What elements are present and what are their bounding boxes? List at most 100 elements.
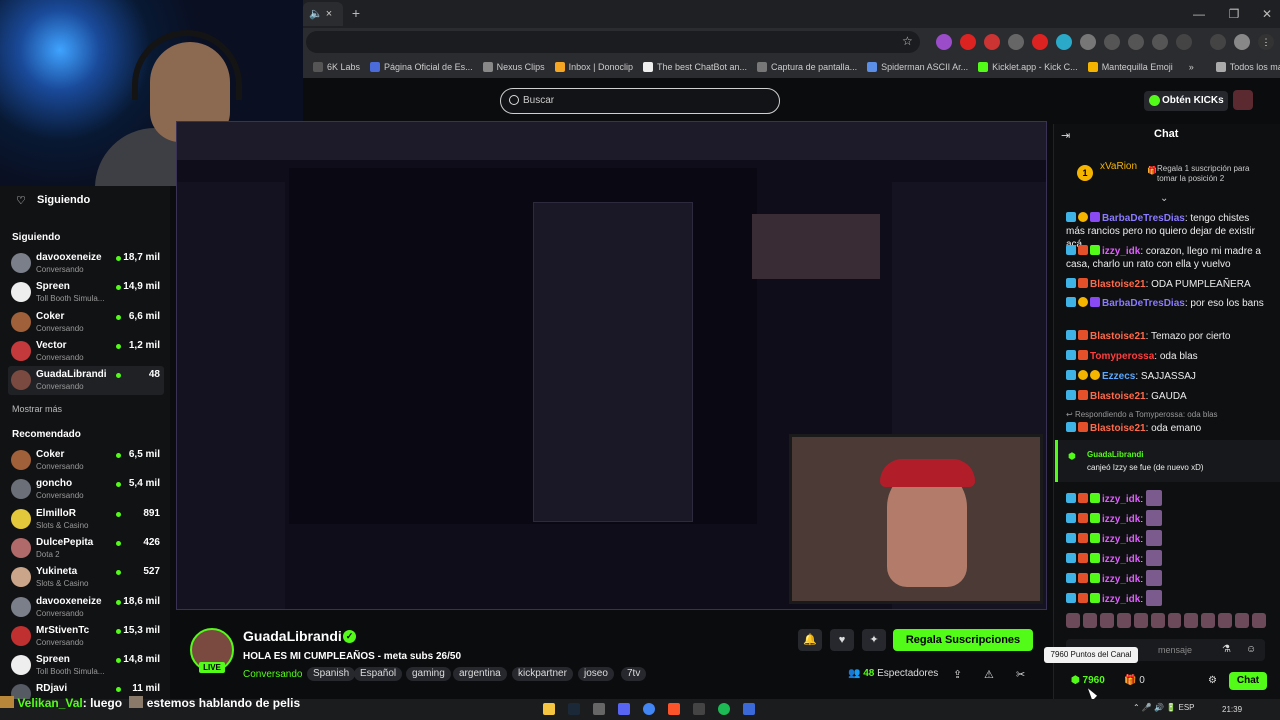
chat-username[interactable]: izzy_idk	[1102, 514, 1140, 525]
send-chat-button[interactable]: Chat	[1229, 672, 1267, 690]
menu-kebab-icon[interactable]: ⋮	[1258, 34, 1274, 50]
leaderboard-user[interactable]: xVaRion	[1100, 161, 1137, 172]
discord-icon[interactable]	[618, 703, 630, 715]
tab-close-icon[interactable]: ×	[326, 8, 332, 20]
chat-username[interactable]: izzy_idk	[1102, 494, 1140, 505]
channel-row[interactable]: Spreen Toll Booth Simula... 14,9 mil	[8, 278, 164, 307]
all-bookmarks-folder[interactable]: Todos los marcadores	[1215, 62, 1280, 72]
channel-row[interactable]: davooxeneize Conversando 18,7 mil	[8, 249, 164, 278]
channel-row[interactable]: Spreen Toll Booth Simula... 14,8 mil	[8, 651, 164, 680]
redemption-user[interactable]: GuadaLibrandi	[1087, 450, 1143, 459]
file-explorer-icon[interactable]	[543, 703, 555, 715]
extension-icon[interactable]	[960, 34, 976, 50]
chat-settings-icon[interactable]: ⚙	[1208, 675, 1217, 686]
bookmark-item[interactable]: 6K Labs	[313, 62, 360, 72]
chrome-icon[interactable]	[643, 703, 655, 715]
chat-message[interactable]: BarbaDeTresDias: por eso los bans	[1066, 297, 1266, 310]
chat-username[interactable]: BarbaDeTresDias	[1102, 213, 1185, 224]
channel-row[interactable]: DulcePepita Dota 2 426	[8, 534, 164, 563]
channel-row[interactable]: Vector Conversando 1,2 mil	[8, 337, 164, 366]
gifts-button[interactable]: 🎁 0	[1124, 675, 1145, 686]
bookmark-item[interactable]: Mantequilla Emoji	[1087, 62, 1173, 72]
chat-username[interactable]: Blastoise21	[1090, 391, 1146, 402]
channel-row[interactable]: MrStivenTc Conversando 15,3 mil	[8, 622, 164, 651]
restore-button[interactable]: ❐	[1225, 5, 1243, 23]
user-avatar[interactable]	[1233, 90, 1253, 110]
chat-username[interactable]: BarbaDeTresDias	[1102, 298, 1185, 309]
chat-message[interactable]: izzy_idk:	[1066, 510, 1266, 526]
chat-message[interactable]: Blastoise21: GAUDA	[1066, 390, 1266, 403]
app-icon[interactable]	[693, 703, 705, 715]
new-tab-button[interactable]: +	[348, 5, 364, 21]
tag-chip[interactable]: Español	[354, 667, 403, 681]
minimize-button[interactable]: —	[1190, 5, 1208, 23]
channel-row[interactable]: Coker Conversando 6,5 mil	[8, 446, 164, 475]
mute-icon[interactable]: 🔈	[309, 8, 323, 20]
spotify-icon[interactable]	[718, 703, 730, 715]
chat-username[interactable]: izzy_idk	[1102, 534, 1140, 545]
app-icon[interactable]	[593, 703, 605, 715]
bookmark-item[interactable]: Kicklet.app - Kick C...	[978, 62, 1078, 72]
chat-message[interactable]: Blastoise21: Temazo por cierto	[1066, 330, 1266, 343]
system-tray[interactable]: ⌃ 🎤 🔊 🔋 ESP	[1133, 703, 1195, 712]
following-nav[interactable]: Siguiendo	[37, 194, 90, 206]
bookmark-star-icon[interactable]: ☆	[902, 34, 913, 48]
search-input[interactable]: Buscar	[500, 88, 780, 114]
channel-row[interactable]: Yukineta Slots & Casino 527	[8, 563, 164, 592]
chat-message[interactable]: izzy_idk:	[1066, 590, 1266, 606]
chat-username[interactable]: Blastoise21	[1090, 331, 1146, 342]
bookmark-item[interactable]: Spiderman ASCII Ar...	[867, 62, 968, 72]
clip-icon[interactable]: ✂	[1016, 668, 1025, 681]
chat-username[interactable]: izzy_idk	[1102, 554, 1140, 565]
chat-message[interactable]: izzy_idk: corazon, llego mi madre a casa…	[1066, 245, 1266, 271]
extensions-puzzle-icon[interactable]	[1176, 34, 1192, 50]
chat-message[interactable]: Blastoise21: oda emano	[1066, 422, 1266, 435]
tag-chip[interactable]: 7tv	[621, 667, 647, 681]
brave-icon[interactable]	[668, 703, 680, 715]
bookmark-item[interactable]: Página Oficial de Es...	[370, 62, 473, 72]
category-link[interactable]: Conversando	[243, 669, 302, 680]
chat-message[interactable]: izzy_idk:	[1066, 530, 1266, 546]
sparkle-icon[interactable]: ✦	[862, 629, 886, 651]
reading-list-icon[interactable]	[1210, 34, 1226, 50]
channel-row[interactable]: goncho Conversando 5,4 mil	[8, 475, 164, 504]
streamer-name[interactable]: GuadaLibrandi	[243, 628, 342, 644]
chat-message[interactable]: Blastoise21: ODA PUMPLEAÑERA	[1066, 278, 1266, 291]
notification-bell-icon[interactable]: 🔔	[798, 629, 822, 651]
steam-icon[interactable]	[568, 703, 580, 715]
emote-picker-icon[interactable]: ⚗	[1222, 644, 1231, 655]
video-player[interactable]	[176, 121, 1047, 610]
browser-tab[interactable]: 🔈 ×	[303, 2, 343, 26]
extension-icon[interactable]	[1128, 34, 1144, 50]
chat-message[interactable]: izzy_idk:	[1066, 570, 1266, 586]
info-icon[interactable]	[1104, 34, 1120, 50]
bookmark-item[interactable]: Inbox | Donoclip	[554, 62, 633, 72]
chat-username[interactable]: Blastoise21	[1090, 279, 1146, 290]
extension-icon[interactable]	[936, 34, 952, 50]
extension-icon[interactable]	[1152, 34, 1168, 50]
gift-subscriptions-button[interactable]: Regala Suscripciones	[893, 629, 1033, 651]
chat-message[interactable]: izzy_idk:	[1066, 550, 1266, 566]
chat-message[interactable]: izzy_idk:	[1066, 490, 1266, 506]
collapse-chat-icon[interactable]: ⇥	[1061, 129, 1070, 142]
address-bar[interactable]	[306, 31, 920, 53]
channel-points-button[interactable]: ⬢ 7960	[1071, 675, 1105, 686]
extension-icon[interactable]	[1008, 34, 1024, 50]
expand-leaderboard-icon[interactable]: ⌄	[1160, 193, 1168, 204]
profile-avatar[interactable]	[1234, 34, 1250, 50]
show-more-link[interactable]: Mostrar más	[12, 404, 62, 414]
tag-chip[interactable]: argentina	[453, 667, 507, 681]
chat-message[interactable]: Ezzecs: SAJJASSAJ	[1066, 370, 1266, 383]
follow-heart-icon[interactable]: ♥	[830, 629, 854, 651]
share-icon[interactable]: ⇪	[953, 668, 962, 681]
extension-icon[interactable]	[984, 34, 1000, 50]
bookmark-item[interactable]: Nexus Clips	[482, 62, 545, 72]
chat-username[interactable]: izzy_idk	[1102, 574, 1140, 585]
extension-icon[interactable]	[1032, 34, 1048, 50]
channel-row[interactable]: Coker Conversando 6,6 mil	[8, 308, 164, 337]
channel-row[interactable]: GuadaLibrandi Conversando 48	[8, 366, 164, 396]
close-window-button[interactable]: ✕	[1258, 5, 1276, 23]
bookmarks-overflow[interactable]: »	[1189, 62, 1194, 72]
emoji-icon[interactable]: ☺	[1246, 644, 1256, 655]
chat-username[interactable]: Ezzecs	[1102, 371, 1135, 382]
